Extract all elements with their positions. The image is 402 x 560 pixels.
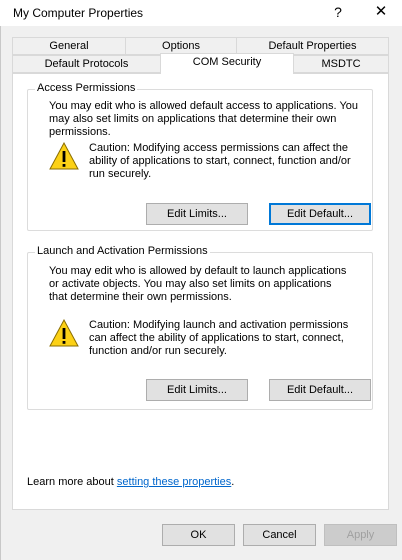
title-bar: My Computer Properties ? ✕ — [0, 0, 402, 26]
warning-icon — [49, 142, 79, 170]
window-title: My Computer Properties — [13, 6, 144, 20]
com-security-panel: Access Permissions You may edit who is a… — [12, 73, 389, 510]
ok-button[interactable]: OK — [162, 524, 235, 546]
learn-more-suffix: . — [231, 476, 235, 488]
warning-icon — [49, 319, 79, 347]
launch-caution: Caution: Modifying launch and activation… — [89, 319, 349, 357]
learn-more-prefix: Learn more about — [27, 476, 117, 488]
tab-com-security[interactable]: COM Security — [160, 53, 294, 74]
access-permissions-group: Access Permissions You may edit who is a… — [27, 82, 373, 231]
help-button[interactable]: ? — [326, 1, 350, 23]
access-edit-default-button[interactable]: Edit Default... — [269, 203, 371, 225]
access-caution: Caution: Modifying access permissions ca… — [89, 142, 351, 180]
launch-activation-group: Launch and Activation Permissions You ma… — [27, 245, 373, 410]
apply-button[interactable]: Apply — [324, 524, 397, 546]
close-button[interactable]: ✕ — [366, 1, 396, 23]
tab-msdtc[interactable]: MSDTC — [293, 55, 389, 73]
tab-label: COM Security — [192, 56, 262, 68]
launch-edit-limits-button[interactable]: Edit Limits... — [146, 379, 248, 401]
tab-label: Default Properties — [268, 40, 357, 52]
cancel-button[interactable]: Cancel — [243, 524, 316, 546]
tab-label: Default Protocols — [44, 58, 129, 70]
tab-label: General — [49, 40, 89, 52]
launch-edit-default-button[interactable]: Edit Default... — [269, 379, 371, 401]
setting-properties-link[interactable]: setting these properties — [117, 476, 231, 488]
launch-activation-legend: Launch and Activation Permissions — [35, 245, 210, 257]
learn-more-text: Learn more about setting these propertie… — [27, 476, 234, 488]
window-left-border — [0, 26, 1, 560]
tab-label: Options — [162, 40, 200, 52]
access-edit-limits-button[interactable]: Edit Limits... — [146, 203, 248, 225]
launch-description: You may edit who is allowed by default t… — [49, 265, 347, 303]
tab-general[interactable]: General — [12, 37, 126, 55]
access-description: You may edit who is allowed default acce… — [49, 100, 359, 138]
tab-default-protocols[interactable]: Default Protocols — [12, 55, 161, 73]
tab-label: MSDTC — [321, 58, 361, 70]
access-permissions-legend: Access Permissions — [35, 82, 138, 94]
